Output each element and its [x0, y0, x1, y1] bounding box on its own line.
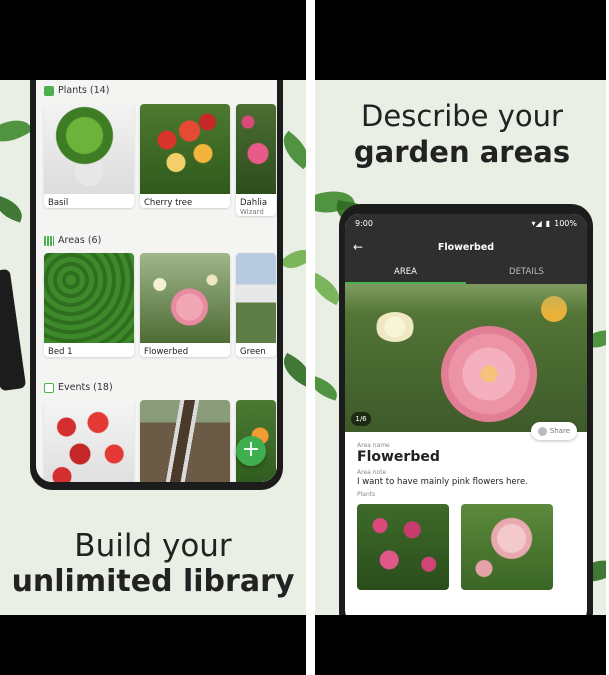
- share-button[interactable]: Share: [530, 422, 577, 440]
- garden-bed-photo: [140, 400, 230, 482]
- plants-label: Plants: [357, 491, 376, 498]
- plant-card-cherry-tree[interactable]: Cherry tree: [140, 104, 230, 208]
- area-note-label: Area note: [357, 469, 387, 476]
- events-section-header: Events (18): [44, 382, 113, 393]
- panel-gutter: [306, 0, 315, 675]
- area-card-bed-1[interactable]: Bed 1: [44, 253, 134, 357]
- right-headline: Describe your garden areas: [315, 98, 609, 170]
- share-icon: [537, 426, 547, 436]
- app-bar: Flowerbed ←: [345, 232, 587, 262]
- card-label: Dahlia: [240, 198, 268, 208]
- library-screen: Plants (14) Basil Cherry tree Dahlia Wiz…: [36, 80, 277, 482]
- area-detail-phone: 9:00 ▾◢ ▮ 100% Flowerbed ← AREA DETAILS: [339, 204, 593, 615]
- back-arrow-icon[interactable]: ←: [353, 240, 371, 254]
- tab-bar: AREA DETAILS: [345, 262, 587, 284]
- area-card-flowerbed[interactable]: Flowerbed: [140, 253, 230, 357]
- add-button[interactable]: +: [236, 436, 266, 466]
- plants-thumbnails: [357, 504, 575, 590]
- plant-icon: [44, 85, 54, 96]
- plant-card-dahlia[interactable]: Dahlia Wizard: [236, 104, 276, 216]
- area-name-value: Flowerbed: [357, 449, 440, 465]
- card-sublabel: Wizard: [240, 208, 264, 216]
- bed-1-photo: [44, 253, 134, 343]
- card-label: Bed 1: [48, 347, 73, 357]
- right-headline-line-2: garden areas: [353, 135, 571, 169]
- event-card[interactable]: [44, 400, 134, 482]
- calendar-icon: [44, 382, 54, 393]
- photo-counter: 1/6: [351, 412, 371, 426]
- share-label: Share: [549, 427, 570, 435]
- right-headline-line-1: Describe your: [361, 99, 563, 133]
- tab-area[interactable]: AREA: [345, 262, 466, 284]
- app-bar-title: Flowerbed: [437, 241, 495, 253]
- left-headline-line-2: unlimited library: [11, 564, 295, 599]
- leaf-decoration: [315, 375, 341, 401]
- plants-section-title: Plants (14): [58, 85, 110, 96]
- left-headline-line-1: Build your: [74, 528, 232, 564]
- status-time: 9:00: [355, 218, 373, 228]
- dahlia-photo: [236, 104, 276, 194]
- plant-card-basil[interactable]: Basil: [44, 104, 134, 208]
- events-section-title: Events (18): [58, 382, 113, 393]
- leaf-decoration: [0, 195, 27, 223]
- battery-icon: ▮: [545, 218, 551, 228]
- grid-icon: [44, 235, 54, 246]
- flowerbed-photo: [140, 253, 230, 343]
- leaf-decoration: [279, 242, 306, 276]
- area-photo-carousel[interactable]: 1/6: [345, 284, 587, 432]
- left-promo-canvas: Plants (14) Basil Cherry tree Dahlia Wiz…: [0, 80, 306, 615]
- card-label: Flowerbed: [144, 347, 189, 357]
- status-bar: 9:00 ▾◢ ▮ 100%: [345, 214, 587, 232]
- plant-thumbnail-rose[interactable]: [461, 504, 553, 590]
- greenhouse-photo: [236, 253, 276, 343]
- card-label: Green: [240, 347, 266, 357]
- left-headline: Build your unlimited library: [0, 528, 306, 600]
- basil-photo: [44, 104, 134, 194]
- dahlia-flower: [441, 326, 537, 422]
- plant-thumbnail-dahlia[interactable]: [357, 504, 449, 590]
- area-details: Share Area name Flowerbed Area note I wa…: [345, 422, 587, 590]
- leaf-decoration: [0, 111, 33, 151]
- cherry-tree-photo: [140, 104, 230, 194]
- library-phone: Plants (14) Basil Cherry tree Dahlia Wiz…: [30, 80, 283, 490]
- card-label: Basil: [48, 198, 69, 208]
- strawberries-photo: [44, 400, 134, 482]
- areas-section-title: Areas (6): [58, 235, 102, 246]
- right-promo-canvas: Describe your garden areas 9:00 ▾◢ ▮ 100…: [315, 80, 609, 615]
- tab-details[interactable]: DETAILS: [466, 262, 587, 284]
- area-detail-screen: 9:00 ▾◢ ▮ 100% Flowerbed ← AREA DETAILS: [345, 214, 587, 615]
- signal-icon: ▾◢: [531, 218, 542, 228]
- white-flower: [375, 312, 415, 342]
- left-promo-panel: Plants (14) Basil Cherry tree Dahlia Wiz…: [0, 0, 306, 675]
- area-note-value: I want to have mainly pink flowers here.: [357, 477, 528, 487]
- background-phone-edge: [0, 268, 27, 392]
- card-label: Cherry tree: [144, 198, 193, 208]
- event-card[interactable]: [140, 400, 230, 482]
- battery-level: 100%: [554, 218, 577, 228]
- area-card-green[interactable]: Green: [236, 253, 276, 357]
- right-promo-panel: Describe your garden areas 9:00 ▾◢ ▮ 100…: [315, 0, 609, 675]
- areas-section-header: Areas (6): [44, 235, 101, 246]
- area-name-label: Area name: [357, 442, 390, 449]
- plants-section-header: Plants (14): [44, 85, 109, 96]
